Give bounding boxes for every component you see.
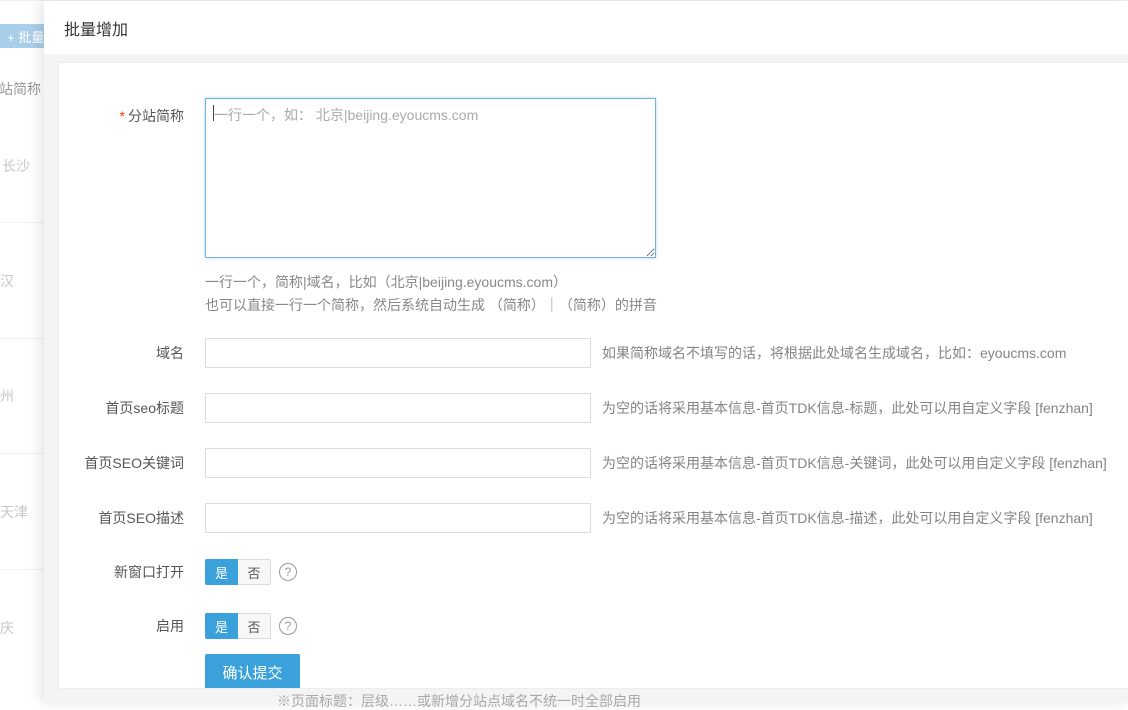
- open-new-window-row: 新窗口打开 是 否 ?: [59, 557, 1128, 587]
- seo-description-label: 首页SEO描述: [59, 503, 205, 533]
- table-row: 长沙: [2, 156, 30, 176]
- page: + 批量增加 分站简称 长沙 武汉 杭州 天津 重庆 批量增加 *分站简称: [0, 0, 1128, 702]
- enable-toggle: 是 否: [205, 613, 271, 639]
- seo-keywords-input[interactable]: [205, 448, 591, 478]
- table-row: 武汉: [0, 271, 14, 291]
- open-new-window-toggle: 是 否: [205, 559, 271, 585]
- branch-name-row: *分站简称: [59, 98, 1128, 261]
- branch-names-textarea[interactable]: [205, 98, 656, 258]
- row-divider: [0, 453, 46, 454]
- open-new-window-label: 新窗口打开: [59, 557, 205, 587]
- table-row: 重庆: [0, 618, 14, 638]
- enable-row: 启用 是 否 ?: [59, 611, 1128, 641]
- row-divider: [0, 338, 46, 339]
- row-divider: [0, 569, 46, 570]
- clipped-bottom-note: ※页面标题：层级……或新增分站点域名不统一时全部启用: [277, 692, 641, 710]
- question-mark-icon[interactable]: ?: [279, 563, 297, 581]
- toggle-yes-button[interactable]: 是: [205, 559, 238, 585]
- seo-keywords-label: 首页SEO关键词: [59, 448, 205, 478]
- branch-name-help: 一行一个，简称|域名，比如（北京|beijing.eyoucms.com） 也可…: [205, 271, 1128, 317]
- domain-label: 域名: [59, 338, 205, 368]
- seo-title-row: 首页seo标题 为空的话将采用基本信息-首页TDK信息-标题，此处可以用自定义字…: [59, 393, 1128, 423]
- seo-description-hint: 为空的话将采用基本信息-首页TDK信息-描述，此处可以用自定义字段 [fenzh…: [602, 508, 1093, 528]
- seo-description-row: 首页SEO描述 为空的话将采用基本信息-首页TDK信息-描述，此处可以用自定义字…: [59, 503, 1128, 533]
- seo-keywords-hint: 为空的话将采用基本信息-首页TDK信息-关键词，此处可以用自定义字段 [fenz…: [602, 453, 1107, 473]
- required-asterisk: *: [120, 108, 125, 124]
- table-row: 杭州: [0, 386, 14, 406]
- help-line-1: 一行一个，简称|域名，比如（北京|beijing.eyoucms.com）: [205, 271, 1128, 294]
- modal-body: *分站简称 一行一个，简称|域名，比如（北京|beijing.eyoucms.c…: [44, 54, 1128, 703]
- domain-input[interactable]: [205, 338, 591, 368]
- toggle-no-button[interactable]: 否: [238, 559, 271, 585]
- toggle-yes-button[interactable]: 是: [205, 613, 238, 639]
- toggle-no-button[interactable]: 否: [238, 613, 271, 639]
- domain-row: 域名 如果简称域名不填写的话，将根据此处域名生成域名，比如：eyoucms.co…: [59, 338, 1128, 368]
- seo-title-label: 首页seo标题: [59, 393, 205, 423]
- question-mark-icon[interactable]: ?: [279, 617, 297, 635]
- confirm-submit-button[interactable]: 确认提交: [205, 654, 300, 689]
- row-divider: [0, 222, 46, 223]
- branch-name-label: *分站简称: [59, 98, 205, 126]
- seo-title-hint: 为空的话将采用基本信息-首页TDK信息-标题，此处可以用自定义字段 [fenzh…: [602, 398, 1093, 418]
- table-column-header: 分站简称: [0, 79, 46, 99]
- form-panel: *分站简称 一行一个，简称|域名，比如（北京|beijing.eyoucms.c…: [58, 62, 1128, 689]
- branch-name-label-text: 分站简称: [128, 108, 184, 124]
- text-caret: [213, 105, 214, 121]
- modal-title: 批量增加: [64, 16, 128, 40]
- seo-keywords-row: 首页SEO关键词 为空的话将采用基本信息-首页TDK信息-关键词，此处可以用自定…: [59, 448, 1128, 478]
- seo-description-input[interactable]: [205, 503, 591, 533]
- submit-row: 确认提交: [59, 654, 1128, 689]
- modal-header: 批量增加: [44, 1, 1128, 54]
- enable-label: 启用: [59, 611, 205, 641]
- batch-add-modal: 批量增加 *分站简称 一行一个，简称|域名，比如（北京|beijing.eyou…: [44, 1, 1128, 703]
- background-sites-page: + 批量增加 分站简称 长沙 武汉 杭州 天津 重庆: [0, 1, 46, 703]
- help-line-2: 也可以直接一行一个简称，然后系统自动生成 （简称）｜（简称）的拼音: [205, 294, 1128, 317]
- table-row: 天津: [0, 502, 28, 522]
- seo-title-input[interactable]: [205, 393, 591, 423]
- domain-hint: 如果简称域名不填写的话，将根据此处域名生成域名，比如：eyoucms.com: [602, 343, 1066, 363]
- batch-add-button[interactable]: + 批量增加: [0, 24, 46, 48]
